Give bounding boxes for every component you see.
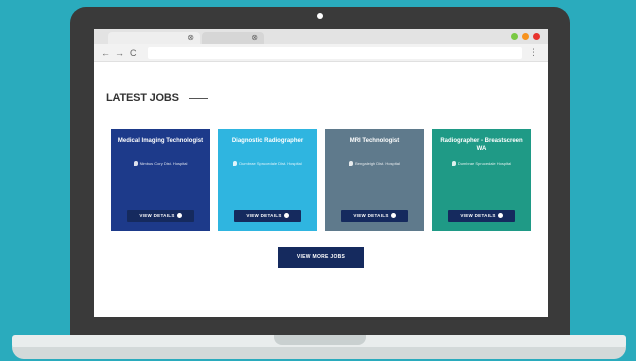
tab-close-icon[interactable]: ⊗ — [251, 33, 258, 43]
back-icon[interactable]: ← — [101, 47, 110, 59]
view-details-button[interactable]: VIEW DETAILS — [234, 210, 301, 222]
window-controls — [511, 33, 540, 40]
minimize-dot[interactable] — [511, 33, 518, 40]
location-pin-icon — [133, 161, 138, 166]
job-title[interactable]: MRI Technologist — [331, 137, 418, 145]
tab-close-icon[interactable]: ⊗ — [187, 33, 194, 43]
laptop-base-shadow — [12, 347, 626, 359]
location-pin-icon — [233, 161, 238, 166]
browser-window: ⊗ ⊗ ← → C ⋮ LATEST JOBS Medical Imaging … — [94, 29, 548, 317]
job-location: Nimbus Cory Dist. Hospital — [117, 161, 204, 167]
job-title[interactable]: Medical Imaging Technologist — [117, 137, 204, 145]
laptop-lid: ⊗ ⊗ ← → C ⋮ LATEST JOBS Medical Imaging … — [70, 7, 570, 340]
view-details-button[interactable]: VIEW DETAILS — [448, 210, 515, 222]
location-pin-icon — [451, 161, 456, 166]
location-pin-icon — [349, 161, 354, 166]
browser-tab-1[interactable]: ⊗ — [108, 32, 200, 44]
maximize-dot[interactable] — [522, 33, 529, 40]
heading-divider — [189, 98, 208, 99]
arrow-right-icon — [176, 213, 182, 218]
forward-icon[interactable]: → — [115, 47, 124, 59]
address-bar-row: ← → C ⋮ — [94, 44, 548, 62]
browser-menu-icon[interactable]: ⋮ — [529, 46, 538, 58]
view-details-button[interactable]: VIEW DETAILS — [127, 210, 194, 222]
reload-icon[interactable]: C — [130, 47, 137, 59]
browser-tab-2[interactable]: ⊗ — [202, 32, 264, 44]
job-title[interactable]: Radiographer - Breastscreen WA — [438, 137, 525, 153]
job-card: MRI Technologist Bengaleigh Dist. Hospit… — [325, 129, 424, 231]
view-more-jobs-button[interactable]: VIEW MORE JOBS — [278, 247, 364, 268]
tab-bar: ⊗ ⊗ — [94, 29, 548, 44]
close-dot[interactable] — [533, 33, 540, 40]
camera-icon — [317, 13, 323, 19]
arrow-right-icon — [390, 213, 396, 218]
arrow-right-icon — [497, 213, 503, 218]
job-location: Bengaleigh Dist. Hospital — [331, 161, 418, 167]
job-card: Medical Imaging Technologist Nimbus Cory… — [111, 129, 210, 231]
job-card: Radiographer - Breastscreen WA Dumbrae S… — [432, 129, 531, 231]
view-details-button[interactable]: VIEW DETAILS — [341, 210, 408, 222]
job-title[interactable]: Diagnostic Radiographer — [224, 137, 311, 145]
url-input[interactable] — [148, 47, 522, 59]
job-card: Diagnostic Radiographer Dumbrae Spruceda… — [218, 129, 317, 231]
job-location: Dumbrae Sprucedale Dist. Hospital — [224, 161, 311, 167]
job-location: Dumbrae Sprucedale Hospital — [438, 161, 525, 167]
section-heading: LATEST JOBS — [106, 92, 179, 104]
laptop-notch — [274, 335, 366, 345]
arrow-right-icon — [283, 213, 289, 218]
